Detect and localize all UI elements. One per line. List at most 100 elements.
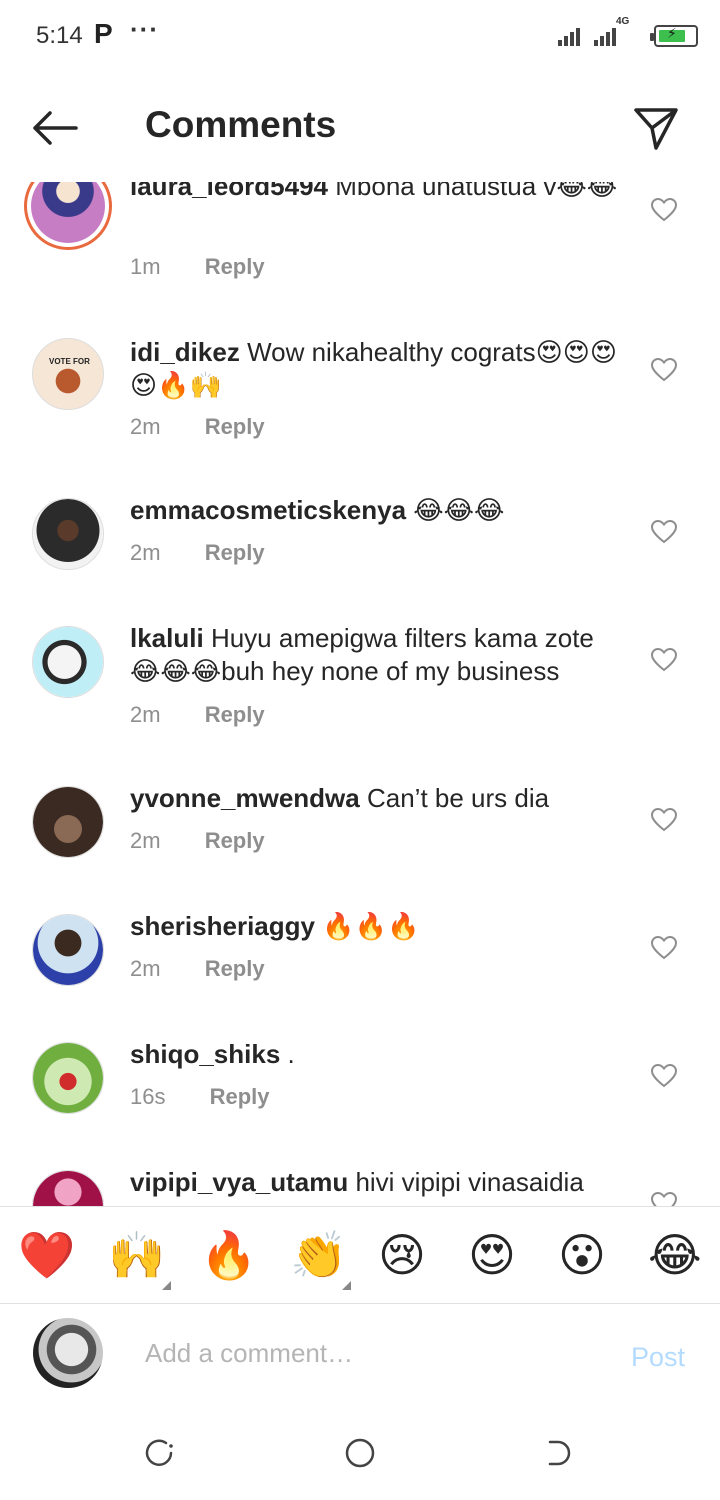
red-heart-emoji[interactable]: ❤️: [18, 1229, 75, 1281]
comment-text: 😂😂😂: [413, 495, 505, 525]
avatar[interactable]: [32, 914, 104, 986]
reply-button[interactable]: Reply: [210, 1084, 270, 1109]
comment-username[interactable]: yvonne_mwendwa: [130, 783, 360, 813]
comment-text-block: laura_leord5494 Mbona unatustua v😂😂: [130, 182, 620, 203]
comment-text: hivi vipipi vinasaidia: [355, 1167, 584, 1197]
network-type: 4G: [616, 16, 630, 27]
comment-text: 🔥🔥🔥: [322, 911, 420, 941]
avatar-image: [33, 915, 103, 985]
heart-eyes-emoji[interactable]: 😍: [468, 1229, 516, 1281]
like-heart-icon[interactable]: [651, 648, 677, 672]
comment-time: 16s: [130, 1084, 166, 1109]
comments-list[interactable]: laura_leord5494 Mbona unatustua v😂😂 1m R…: [0, 182, 720, 1206]
comment-item: sherisheriaggy 🔥🔥🔥 2m Reply: [0, 911, 720, 1034]
post-button[interactable]: Post: [631, 1342, 685, 1373]
comment-username[interactable]: laura_leord5494: [130, 182, 328, 201]
avatar-overlay-text: VOTE FOR: [49, 357, 90, 366]
avatar[interactable]: [32, 626, 104, 698]
back-nav-icon[interactable]: [544, 1437, 576, 1469]
comment-username[interactable]: idi_dikez: [130, 337, 240, 367]
tears-of-joy-emoji[interactable]: 😂: [648, 1229, 702, 1281]
variant-indicator-icon: [342, 1281, 351, 1290]
comment-item: yvonne_mwendwa Can’t be urs dia 2m Reply: [0, 783, 720, 906]
comment-input[interactable]: [145, 1338, 595, 1369]
comment-text-block: idi_dikez Wow nikahealthy cograts😍😍😍😍🔥🙌: [130, 336, 620, 402]
page-title: Comments: [145, 104, 337, 145]
fire-emoji[interactable]: 🔥: [200, 1229, 257, 1281]
raising-hands-emoji[interactable]: 🙌: [108, 1229, 165, 1281]
avatar[interactable]: [32, 1170, 104, 1206]
reply-button[interactable]: Reply: [205, 540, 265, 565]
comment-text-block: vipipi_vya_utamu hivi vipipi vinasaidia: [130, 1166, 630, 1199]
comment-text-block: shiqo_shiks .: [130, 1038, 630, 1071]
like-heart-icon[interactable]: [651, 1064, 677, 1088]
back-arrow-icon[interactable]: [30, 108, 80, 148]
like-heart-icon[interactable]: [651, 358, 677, 382]
comment-text-block: yvonne_mwendwa Can’t be urs dia: [130, 782, 630, 815]
comment-username[interactable]: vipipi_vya_utamu: [130, 1167, 348, 1197]
recent-apps-icon[interactable]: [144, 1437, 176, 1469]
comment-meta: 2m Reply: [130, 414, 265, 440]
like-heart-icon[interactable]: [651, 198, 677, 222]
like-heart-icon[interactable]: [651, 1192, 677, 1206]
comment-meta: 2m Reply: [130, 540, 265, 566]
reply-button[interactable]: Reply: [205, 702, 265, 727]
variant-indicator-icon: [162, 1281, 171, 1290]
crying-face-emoji[interactable]: 😢: [378, 1229, 426, 1281]
avatar-image: [31, 182, 105, 243]
comment-time: 2m: [130, 414, 161, 439]
avatar-image: [33, 1043, 103, 1113]
avatar[interactable]: VOTE FOR: [32, 338, 104, 410]
comment-item: emmacosmeticskenya 😂😂😂 2m Reply: [0, 495, 720, 618]
avatar[interactable]: [32, 1042, 104, 1114]
avatar[interactable]: [32, 786, 104, 858]
comment-item: vipipi_vya_utamu hivi vipipi vinasaidia: [0, 1167, 720, 1206]
system-nav-bar: [0, 1404, 720, 1500]
reply-button[interactable]: Reply: [205, 254, 265, 279]
comment-text: Mbona unatustua v😂😂: [335, 182, 618, 201]
like-heart-icon[interactable]: [651, 808, 677, 832]
avatar[interactable]: [32, 498, 104, 570]
home-icon[interactable]: [344, 1437, 376, 1469]
comment-text: Can’t be urs dia: [366, 783, 550, 813]
header: Comments: [0, 72, 720, 182]
comment-username[interactable]: sherisheriaggy: [130, 911, 315, 941]
comment-text-block: sherisheriaggy 🔥🔥🔥: [130, 910, 630, 943]
reply-button[interactable]: Reply: [205, 828, 265, 853]
comment-time: 2m: [130, 540, 161, 565]
comment-meta: 2m Reply: [130, 702, 265, 728]
reply-button[interactable]: Reply: [205, 956, 265, 981]
like-heart-icon[interactable]: [651, 936, 677, 960]
comment-meta: 1m Reply: [130, 254, 265, 280]
comment-username[interactable]: emmacosmeticskenya: [130, 495, 406, 525]
comment-item: VOTE FOR idi_dikez Wow nikahealthy cogra…: [0, 336, 720, 488]
surprised-face-emoji[interactable]: 😮: [558, 1229, 606, 1281]
status-bar: 5:14 P ··· 4G ⚡: [0, 0, 720, 72]
status-indicators: 4G ⚡: [558, 16, 698, 50]
clapping-hands-emoji[interactable]: 👏: [290, 1229, 347, 1281]
avatar-image: [33, 499, 103, 569]
comment-item: lkaluli Huyu amepigwa filters kama zote …: [0, 623, 720, 776]
comment-meta: 2m Reply: [130, 828, 265, 854]
avatar-image: [33, 627, 103, 697]
reply-button[interactable]: Reply: [205, 414, 265, 439]
comment-item: laura_leord5494 Mbona unatustua v😂😂 1m R…: [0, 182, 720, 312]
comment-meta: 2m Reply: [130, 956, 265, 982]
comment-meta: 16s Reply: [130, 1084, 270, 1110]
comment-item: shiqo_shiks . 16s Reply: [0, 1039, 720, 1162]
share-direct-icon[interactable]: [632, 104, 680, 152]
like-heart-icon[interactable]: [651, 520, 677, 544]
comment-text-block: lkaluli Huyu amepigwa filters kama zote …: [130, 622, 630, 688]
comment-text-block: emmacosmeticskenya 😂😂😂: [130, 494, 630, 527]
comment-username[interactable]: lkaluli: [130, 623, 204, 653]
avatar-image: [33, 1171, 103, 1206]
comment-time: 1m: [130, 254, 161, 279]
comment-time: 2m: [130, 702, 161, 727]
avatar-image: [33, 787, 103, 857]
quick-emoji-bar: ❤️ 🙌 🔥 👏 😢 😍 😮 😂: [0, 1206, 720, 1304]
avatar[interactable]: [24, 182, 112, 250]
comment-composer: Post: [0, 1304, 720, 1404]
my-avatar: [33, 1318, 103, 1388]
battery-icon: ⚡: [650, 25, 698, 47]
comment-username[interactable]: shiqo_shiks: [130, 1039, 280, 1069]
